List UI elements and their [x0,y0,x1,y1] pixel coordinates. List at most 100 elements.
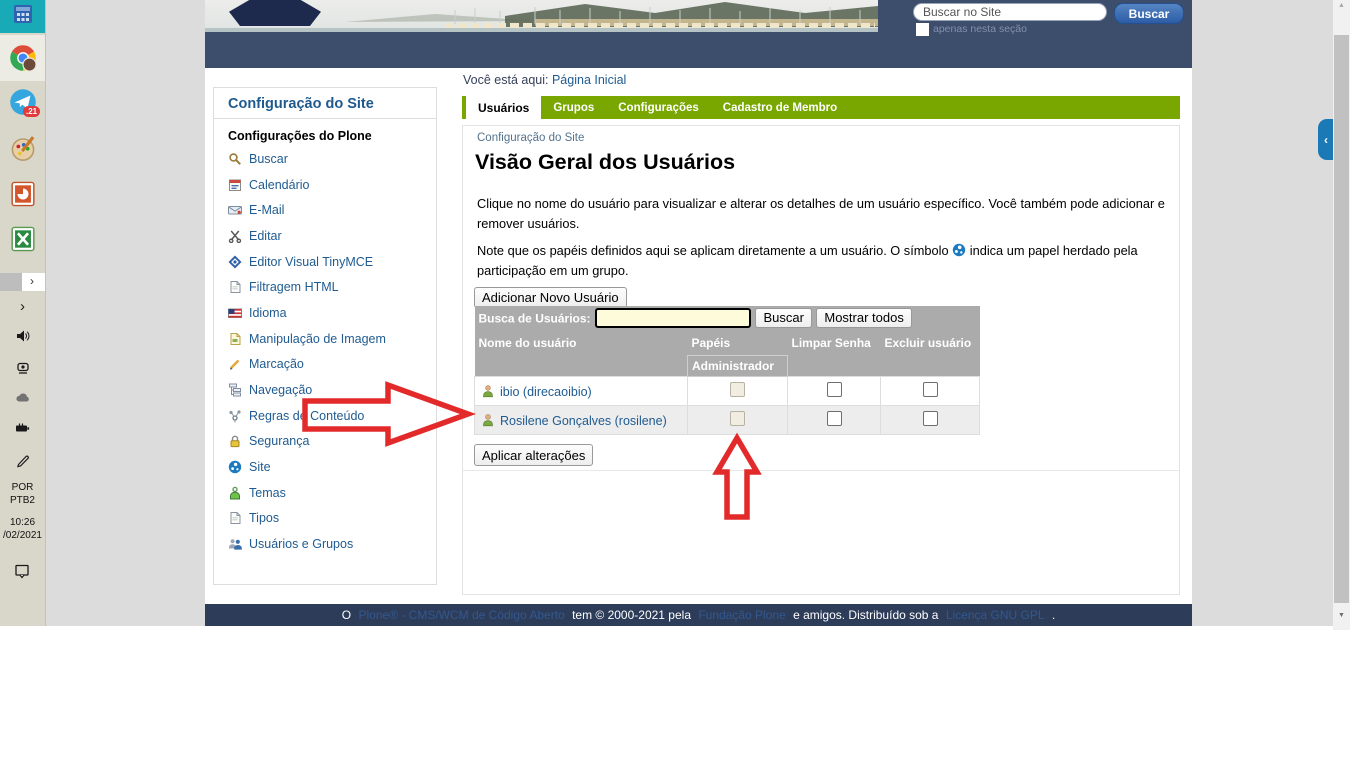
powerpoint-taskbar-button[interactable] [0,181,45,212]
col-reset-password: Limpar Senha [788,330,881,356]
roles-paragraph-before: Note que os papéis definidos aqui se apl… [477,243,952,258]
volume-icon [15,328,31,349]
onedrive-cloud-icon [15,390,31,411]
sidebar-item-label: Editor Visual TinyMCE [249,255,373,269]
sidebar-items: Buscar Calendário E-MailEditar Editor Visua… [214,146,436,557]
scrollbar-thumb[interactable] [1334,35,1349,603]
tab-grupos[interactable]: Grupos [541,96,606,119]
section-only-label: apenas nesta seção [933,23,1027,35]
volume-button[interactable] [0,328,45,349]
breadcrumb-label: Você está aqui: [463,73,548,87]
calculator-taskbar-button[interactable] [0,0,45,33]
sidebar-item-site[interactable]: Site [214,454,436,480]
site-search-button[interactable]: Buscar [1114,3,1184,24]
role-administrator-checkbox[interactable] [730,382,745,397]
footer-link[interactable]: Fundação Plone [698,608,785,622]
side-panel-toggle[interactable]: ‹ [1318,119,1334,160]
site-icon [228,460,242,474]
sidebar-item-editar[interactable]: Editar [214,223,436,249]
sidebar-item-tipos[interactable]: Tipos [214,506,436,532]
notification-center-button[interactable] [0,563,45,585]
apply-changes-button[interactable]: Aplicar alterações [474,444,593,466]
reset-password-checkbox[interactable] [827,411,842,426]
battery-button[interactable] [0,420,45,441]
language-line1: POR [0,481,45,494]
vertical-scrollbar[interactable]: ▲ ▼ [1333,0,1350,630]
calendar-icon [228,178,242,192]
intro-paragraph: Clique no nome do usuário para visualiza… [477,194,1183,234]
user-search-button[interactable]: Buscar [755,308,811,328]
sidebar-item-label: Segurança [249,434,309,448]
form-divider [462,470,1180,471]
portlet-section-title: Configurações do Plone [228,129,436,143]
chrome-taskbar-button[interactable] [0,44,45,77]
sidebar-item-idioma[interactable]: Idioma [214,300,436,326]
footer-link[interactable]: Licença GNU GPL [946,608,1045,622]
user-name-link[interactable]: Rosilene Gonçalves (rosilene) [500,414,667,428]
sidebar-item-label: Buscar [249,152,288,166]
notification-center-icon [14,563,31,585]
delete-user-checkbox[interactable] [923,382,938,397]
add-user-button[interactable]: Adicionar Novo Usuário [474,287,627,308]
pen-button[interactable] [0,452,45,473]
site-search-input[interactable] [913,3,1107,21]
onedrive-button[interactable] [0,390,45,411]
reset-password-checkbox[interactable] [827,382,842,397]
section-only-checkbox[interactable] [916,23,929,36]
table-row: Rosilene Gonçalves (rosilene) [475,406,980,435]
language-indicator[interactable]: POR PTB2 [0,481,45,507]
breadcrumb-home-link[interactable]: Página Inicial [552,73,626,87]
screen: Buscar apenas nesta seção Você está aqui… [0,0,1366,768]
show-all-button[interactable]: Mostrar todos [816,308,911,328]
sidebar-item-filtragem-html[interactable]: Filtragem HTML [214,274,436,300]
lock-icon [228,434,242,448]
sidebar-item-manipulacao-de-imagem[interactable]: Manipulação de Imagem [214,326,436,352]
tab-cadastro-de-membro[interactable]: Cadastro de Membro [711,96,849,119]
tray-expand-button[interactable]: › [0,298,45,315]
site-setup-portlet: Configuração do Site Configurações do Pl… [213,87,437,585]
tab-configuracoes[interactable]: Configurações [606,96,711,119]
scroll-up-arrow-icon[interactable]: ▲ [1333,2,1350,9]
sidebar-item-seguranca[interactable]: Segurança [214,429,436,455]
tab-usuarios[interactable]: Usuários [466,96,541,119]
sidebar-item-calendario[interactable]: Calendário [214,172,436,198]
scroll-down-arrow-icon[interactable]: ▼ [1333,612,1350,619]
sidebar-item-label: Marcação [249,357,304,371]
delete-user-checkbox[interactable] [923,411,938,426]
sidebar-item-regras-de-conteudo[interactable]: Regras de Conteúdo [214,403,436,429]
camera-button[interactable] [0,360,45,381]
user-search-input[interactable] [595,308,751,328]
footer-link[interactable]: Plone® - CMS/WCM de Código Aberto [358,608,564,622]
telegram-badge: .21 [23,106,40,117]
paint-palette-icon [9,134,37,167]
sidebar-item-label: Manipulação de Imagem [249,332,386,346]
sidebar-item-temas[interactable]: Temas [214,480,436,506]
sidebar-item-navegacao[interactable]: Navegação [214,377,436,403]
hidden-icons-flyout[interactable]: › [0,273,45,291]
pen-icon [15,452,31,473]
sidebar-item-marcacao[interactable]: Marcação [214,352,436,378]
col-delete-user: Excluir usuário [881,330,980,356]
sidebar-item-e-mail[interactable]: E-Mail [214,197,436,223]
clock[interactable]: 10:26 /02/2021 [0,516,45,542]
sidebar-item-label: Idioma [249,306,287,320]
col-roles: Papéis [688,330,788,356]
paint-taskbar-button[interactable] [0,134,45,167]
footer-text: e amigos. Distribuído sob a [790,608,942,622]
flag-icon [228,306,242,320]
clock-date: /02/2021 [0,529,45,542]
content-breadcrumb-link[interactable]: Configuração do Site [477,132,584,144]
tab-bar: UsuáriosGruposConfiguraçõesCadastro de M… [462,96,1180,119]
sidebar-item-editor-visual-tinymce[interactable]: Editor Visual TinyMCE [214,249,436,275]
sidebar-item-buscar[interactable]: Buscar [214,146,436,172]
portlet-title: Configuração do Site [214,88,436,119]
sidebar-item-usuarios-e-grupos[interactable]: Usuários e Grupos [214,531,436,557]
excel-taskbar-button[interactable] [0,226,45,257]
telegram-taskbar-button[interactable] [0,88,45,121]
sidebar-item-label: Calendário [249,178,309,192]
chevron-icon: › [20,298,25,315]
battery-icon [15,420,31,441]
user-name-link[interactable]: ibio (direcaoibio) [500,385,592,399]
site-logo [229,0,321,26]
role-administrator-checkbox[interactable] [730,411,745,426]
